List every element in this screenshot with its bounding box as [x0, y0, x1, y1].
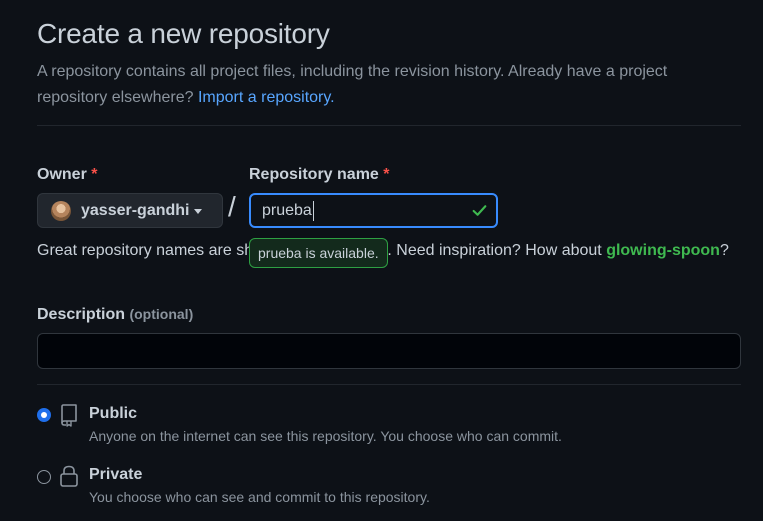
- optional-tag: (optional): [129, 306, 194, 322]
- lock-icon: [60, 465, 78, 487]
- repository-name-input[interactable]: prueba: [249, 193, 498, 228]
- owner-repo-separator: /: [228, 191, 236, 222]
- required-mark: *: [91, 166, 98, 183]
- repository-name-label: Repository name *: [249, 166, 390, 183]
- owner-dropdown-button[interactable]: yasser-gandhi: [37, 193, 223, 228]
- private-description: You choose who can see and commit to thi…: [89, 489, 430, 505]
- availability-tooltip: prueba is available.: [249, 238, 388, 268]
- required-mark: *: [383, 166, 390, 183]
- repository-name-value: prueba: [262, 201, 312, 219]
- page-title: Create a new repository: [37, 18, 330, 49]
- import-repository-link[interactable]: Import a repository.: [198, 89, 335, 106]
- header-divider: [37, 125, 741, 126]
- avatar: [51, 200, 71, 221]
- public-radio[interactable]: [37, 408, 51, 422]
- private-title[interactable]: Private: [89, 466, 142, 484]
- subtitle-text: A repository contains all project files,…: [37, 63, 668, 106]
- public-title[interactable]: Public: [89, 405, 137, 423]
- text-cursor: [312, 200, 314, 221]
- suggested-name-link[interactable]: glowing-spoon: [606, 242, 720, 259]
- create-repository-page: Create a new repository A repository con…: [0, 0, 763, 521]
- owner-name: yasser-gandhi: [81, 201, 190, 219]
- triangle-down-icon: [194, 209, 203, 214]
- public-description: Anyone on the internet can see this repo…: [89, 428, 562, 444]
- description-label: Description (optional): [37, 306, 194, 323]
- visibility-divider: [37, 384, 741, 385]
- repo-icon: [61, 404, 77, 427]
- owner-label: Owner *: [37, 166, 98, 183]
- page-subtitle: A repository contains all project files,…: [37, 59, 737, 111]
- description-input[interactable]: [37, 333, 741, 369]
- private-radio[interactable]: [37, 470, 51, 484]
- check-icon: [472, 205, 487, 216]
